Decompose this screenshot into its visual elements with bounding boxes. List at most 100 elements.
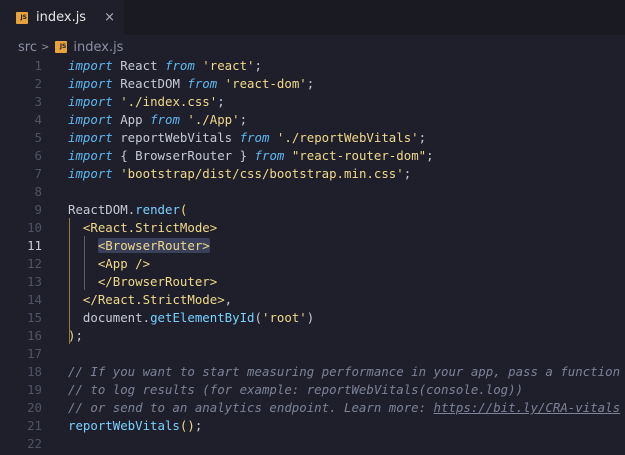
code-token: App — [112, 112, 151, 127]
breadcrumb-file[interactable]: index.js — [73, 40, 123, 55]
line-code: <React.StrictMode> — [68, 219, 217, 237]
code-line[interactable]: 7 import 'bootstrap/dist/css/bootstrap.mi… — [0, 165, 625, 183]
javascript-file-icon: JS — [16, 11, 28, 24]
code-token: import — [68, 58, 113, 73]
line-code: // or send to an analytics endpoint. Lea… — [68, 399, 620, 417]
code-token: ; — [403, 166, 412, 181]
code-token: import — [68, 76, 113, 91]
code-line[interactable]: 18 // If you want to start measuring perf… — [0, 363, 625, 381]
code-token: from — [239, 130, 270, 145]
code-token: , — [224, 292, 233, 307]
code-token: render — [135, 202, 180, 217]
line-code: reportWebVitals(); — [68, 417, 202, 435]
code-line[interactable]: 9 ReactDOM.render( — [0, 201, 625, 219]
code-editor[interactable]: 1 import React from 'react'; 2 import React… — [0, 56, 625, 455]
tab-index-js[interactable]: JS index.js × — [0, 0, 124, 35]
code-line[interactable]: 5 import reportWebVitals from './reportWe… — [0, 129, 625, 147]
code-token: import — [68, 94, 113, 109]
code-token: import — [68, 166, 113, 181]
line-number: 21 — [27, 418, 42, 433]
code-token: </BrowserRouter> — [97, 274, 218, 289]
code-line[interactable]: 6 import { BrowserRouter } from "react-ro… — [0, 147, 625, 165]
line-code: </React.StrictMode>, — [68, 291, 232, 309]
code-token: 'react-dom' — [217, 76, 307, 91]
code-token: ReactDOM — [68, 202, 128, 217]
line-code: // to log results (for example: reportWe… — [68, 381, 523, 399]
line-number: 18 — [27, 364, 42, 379]
code-token: from — [254, 148, 285, 163]
line-code: </BrowserRouter> — [68, 273, 217, 291]
code-token: import — [68, 130, 113, 145]
line-number: 3 — [34, 94, 42, 109]
line-number: 6 — [34, 148, 42, 163]
code-token: import — [68, 148, 113, 163]
code-token: from — [164, 58, 195, 73]
code-line[interactable]: 12 <App /> — [0, 255, 625, 273]
line-code: // If you want to start measuring perfor… — [68, 363, 620, 381]
line-code: import reportWebVitals from './reportWeb… — [68, 129, 426, 147]
code-token: // or send to an analytics endpoint. Lea… — [68, 400, 434, 415]
code-token: ; — [239, 112, 248, 127]
code-token: // If you want to start measuring perfor… — [68, 364, 621, 379]
code-line[interactable]: 3 import './index.css'; — [0, 93, 625, 111]
code-token: ReactDOM — [112, 76, 188, 91]
code-line[interactable]: 10 <React.StrictMode> — [0, 219, 625, 237]
code-token: ( — [179, 202, 188, 217]
code-line[interactable]: 15 document.getElementById('root') — [0, 309, 625, 327]
code-token: from — [187, 76, 218, 91]
close-icon[interactable]: × — [104, 11, 115, 24]
code-token: ; — [306, 76, 315, 91]
line-number: 13 — [27, 274, 42, 289]
line-code: import App from './App'; — [68, 111, 247, 129]
code-token: </React.StrictMode> — [82, 292, 225, 307]
code-token: './App' — [179, 112, 240, 127]
chevron-right-icon: > — [40, 41, 50, 53]
code-token: "react-router-dom" — [284, 148, 427, 163]
line-number: 14 — [27, 292, 42, 307]
tab-label: index.js — [36, 10, 87, 25]
line-number: 5 — [34, 130, 42, 145]
code-token: ; — [426, 148, 434, 163]
code-line[interactable]: 2 import ReactDOM from 'react-dom'; — [0, 75, 625, 93]
code-token: getElementById — [150, 310, 255, 325]
line-number: 1 — [34, 58, 42, 73]
code-line[interactable]: 13 </BrowserRouter> — [0, 273, 625, 291]
line-number: 16 — [27, 328, 42, 343]
code-line[interactable]: 20 // or send to an analytics endpoint. L… — [0, 399, 625, 417]
code-token: React — [112, 58, 165, 73]
line-code: <App /> — [68, 255, 150, 273]
code-line[interactable]: 14 </React.StrictMode>, — [0, 291, 625, 309]
code-line[interactable]: 21 reportWebVitals(); — [0, 417, 625, 435]
code-line[interactable]: 4 import App from './App'; — [0, 111, 625, 129]
code-token: https://bit.ly/CRA-vitals — [433, 400, 621, 415]
code-token: . — [142, 310, 151, 325]
code-token: import — [68, 112, 113, 127]
code-line[interactable]: 1 import React from 'react'; — [0, 57, 625, 75]
code-line[interactable]: 8 — [0, 183, 625, 201]
code-token: 'react' — [194, 58, 255, 73]
code-line[interactable]: 17 — [0, 345, 625, 363]
code-line[interactable]: 19 // to log results (for example: report… — [0, 381, 625, 399]
code-token: reportWebVitals — [68, 418, 180, 433]
line-number: 17 — [27, 346, 42, 361]
breadcrumb-folder[interactable]: src — [18, 40, 37, 55]
javascript-file-icon: JS — [55, 41, 68, 53]
code-token: './reportWebVitals' — [269, 130, 419, 145]
line-number: 20 — [27, 400, 42, 415]
code-line[interactable]: 11 <BrowserRouter> — [0, 237, 625, 255]
line-code: import { BrowserRouter } from "react-rou… — [68, 147, 434, 165]
line-code: import React from 'react'; — [68, 57, 262, 75]
line-code: <BrowserRouter> — [68, 237, 210, 255]
code-token: ; — [194, 418, 203, 433]
line-number: 2 — [34, 76, 42, 91]
line-code: import 'bootstrap/dist/css/bootstrap.min… — [68, 165, 411, 183]
line-code: ); — [68, 327, 83, 345]
tab-bar: JS index.js × — [0, 0, 625, 35]
line-code: import './index.css'; — [68, 93, 225, 111]
code-line[interactable]: 16); — [0, 327, 625, 345]
code-line[interactable]: 22 — [0, 435, 625, 453]
line-number: 15 — [27, 310, 42, 325]
